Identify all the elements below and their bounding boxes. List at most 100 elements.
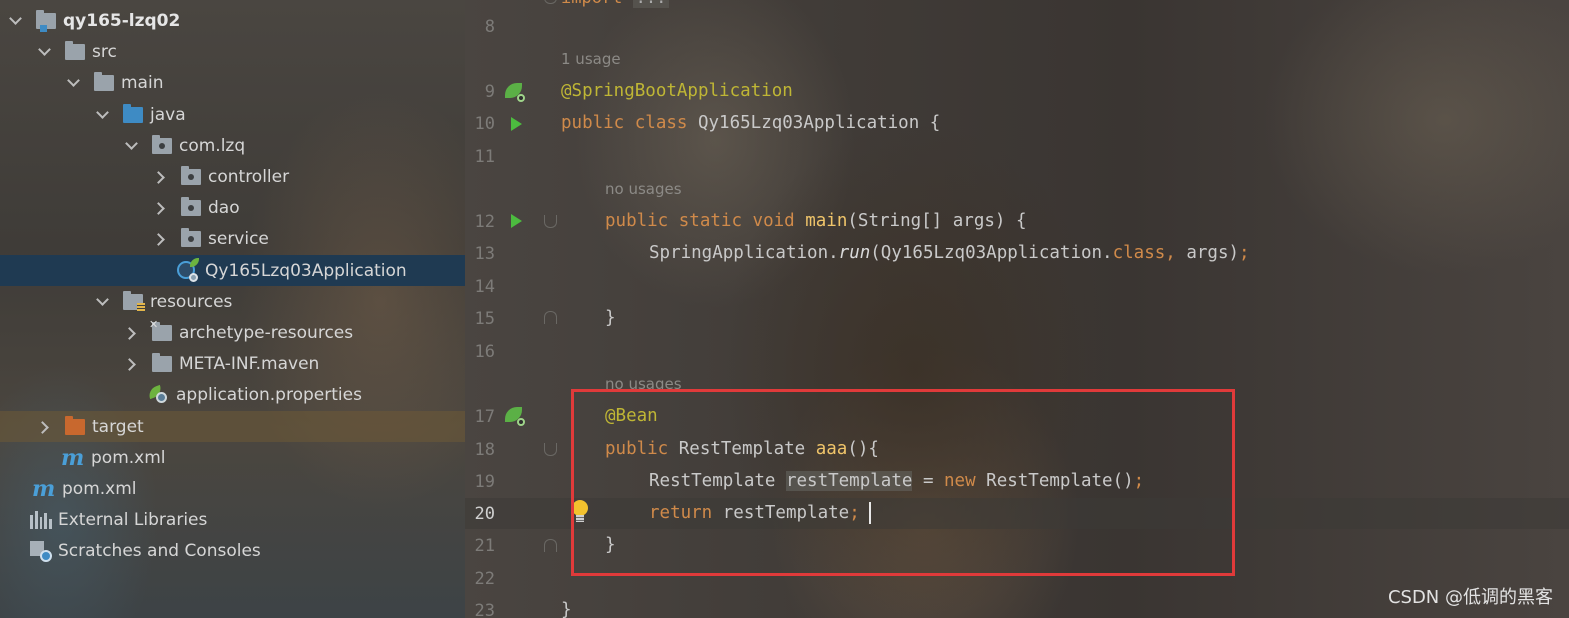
spring-properties-icon (146, 384, 170, 405)
code-line-10[interactable]: public class Qy165Lzq03Application { (561, 113, 940, 133)
imports-collapsed[interactable]: import ... (561, 0, 670, 8)
tree-item-label: archetype-resources (179, 322, 354, 343)
folder-icon (94, 71, 114, 91)
run-main-icon[interactable] (511, 214, 522, 228)
tree-item-label: pom.xml (91, 447, 166, 468)
scratches-icon (30, 540, 52, 562)
tree-item[interactable]: service (0, 223, 465, 254)
line-number: 17 (474, 407, 495, 427)
tree-item-label: Qy165Lzq03Application (205, 260, 407, 281)
tree-item-label: java (150, 104, 186, 125)
chevron-down-icon[interactable] (95, 108, 109, 122)
run-class-icon[interactable] (511, 117, 522, 131)
tree-item[interactable]: java (0, 99, 465, 130)
line-number: 10 (474, 114, 495, 134)
fold-marker[interactable] (544, 443, 557, 456)
spring-boot-app-icon (177, 257, 199, 282)
excluded-folder-icon (149, 319, 172, 341)
line-number: 18 (474, 440, 495, 460)
line-number: 12 (474, 212, 495, 232)
chevron-right-icon[interactable] (124, 357, 138, 371)
tree-item-label: External Libraries (58, 509, 208, 530)
code-line-12[interactable]: public static void main(String[] args) { (605, 211, 1027, 231)
chevron-down-icon[interactable] (37, 45, 51, 59)
tree-item[interactable]: m pom.xml (0, 442, 465, 473)
tree-item-label: main (121, 72, 164, 93)
fold-marker[interactable] (544, 311, 557, 324)
project-tree-panel: qy165-lzq02 src main java com.lzq controller d… (0, 0, 465, 618)
chevron-right-icon[interactable] (153, 170, 167, 184)
chevron-down-icon[interactable] (95, 295, 109, 309)
fold-marker[interactable] (544, 215, 557, 228)
spring-bean-gutter-icon[interactable] (505, 82, 525, 102)
tree-item[interactable]: resources (0, 286, 465, 317)
tree-item-label: target (92, 416, 144, 437)
chevron-down-icon[interactable] (66, 76, 80, 90)
maven-icon: m (32, 475, 56, 502)
tree-item-label: Scratches and Consoles (58, 540, 261, 561)
tree-item[interactable]: Qy165Lzq03Application (0, 255, 465, 286)
code-line-13[interactable]: SpringApplication.run(Qy165Lzq03Applicat… (649, 243, 1250, 263)
tree-item[interactable]: main (0, 67, 465, 98)
highlight-annotation-box (571, 389, 1235, 576)
tree-item-label: qy165-lzq02 (63, 10, 181, 31)
line-number: 23 (474, 601, 495, 618)
excluded-output-folder-icon (65, 415, 85, 435)
package-icon (152, 134, 172, 154)
chevron-right-icon[interactable] (153, 201, 167, 215)
folder-icon (152, 352, 172, 372)
tree-item-label: src (92, 41, 117, 62)
line-number: 8 (484, 17, 495, 37)
tree-item[interactable]: target (0, 411, 465, 442)
line-number: 9 (484, 82, 495, 102)
folder-icon (65, 40, 85, 60)
maven-icon: m (61, 444, 85, 471)
package-icon (181, 227, 201, 247)
line-number: 13 (474, 244, 495, 264)
line-number: 21 (474, 536, 495, 556)
fold-marker[interactable] (544, 539, 557, 552)
tree-item[interactable]: META-INF.maven (0, 348, 465, 379)
chevron-right-icon[interactable] (37, 420, 51, 434)
tree-item-label: controller (208, 166, 290, 187)
tree-item[interactable]: src (0, 36, 465, 67)
code-line-15[interactable]: } (605, 308, 616, 328)
chevron-right-icon[interactable] (153, 232, 167, 246)
tree-item-label: application.properties (176, 384, 362, 405)
module-folder-icon (36, 9, 56, 32)
libraries-icon (30, 510, 52, 529)
line-number: 22 (474, 569, 495, 589)
usage-hint-main[interactable]: no usages (605, 180, 682, 198)
line-number: 20 (474, 504, 495, 524)
package-icon (181, 196, 201, 216)
tree-item[interactable]: archetype-resources (0, 317, 465, 348)
tree-item[interactable]: qy165-lzq02 (0, 5, 465, 36)
chevron-down-icon[interactable] (124, 139, 138, 153)
chevron-down-icon[interactable] (8, 14, 22, 28)
fold-marker[interactable] (544, 0, 557, 4)
tree-item[interactable]: dao (0, 192, 465, 223)
chevron-right-icon[interactable] (124, 326, 138, 340)
tree-item[interactable]: com.lzq (0, 130, 465, 161)
tree-item[interactable]: controller (0, 161, 465, 192)
tree-item-label: com.lzq (179, 135, 246, 156)
tree-item[interactable]: application.properties (0, 379, 465, 410)
resources-folder-icon (123, 290, 145, 312)
code-line-23[interactable]: } (561, 600, 572, 618)
line-number: 19 (474, 472, 495, 492)
tree-item[interactable]: Scratches and Consoles (0, 535, 465, 566)
line-number: 15 (474, 309, 495, 329)
tree-item-label: pom.xml (62, 478, 137, 499)
tree-item[interactable]: m pom.xml (0, 473, 465, 504)
code-line-9[interactable]: @SpringBootApplication (561, 81, 793, 101)
code-editor[interactable]: import ... 8 9 10 11 12 13 14 15 16 17 18 19 20 21 22 2… (465, 0, 1569, 618)
tree-item[interactable]: External Libraries (0, 504, 465, 535)
tree-item-label: resources (150, 291, 233, 312)
package-icon (181, 165, 201, 185)
usage-hint-class[interactable]: 1 usage (561, 50, 621, 68)
bean-navigation-icon[interactable] (505, 406, 525, 426)
